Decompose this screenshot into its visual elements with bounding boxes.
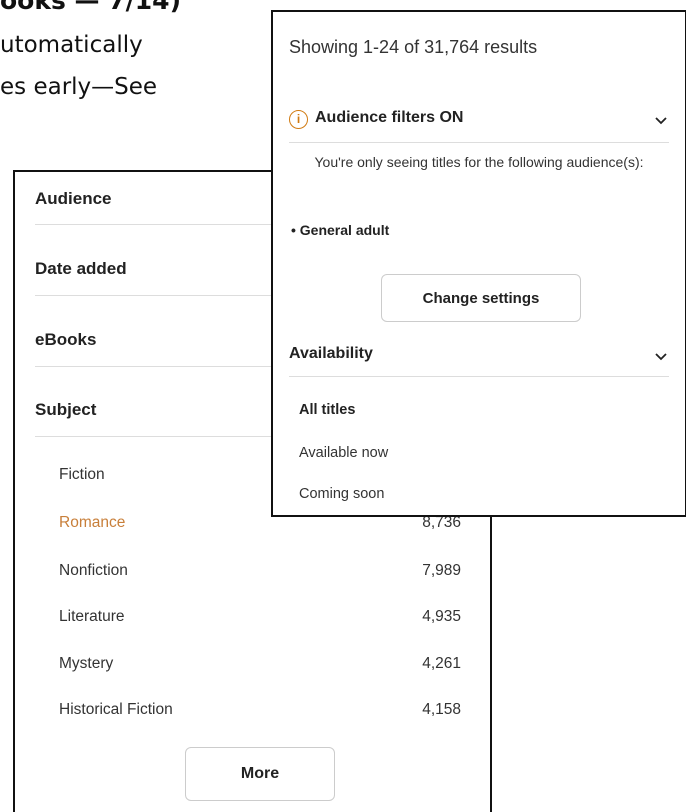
subject-item-nonfiction[interactable]: Nonfiction 7,989: [59, 562, 461, 580]
audience-message: You're only seeing titles for the follow…: [314, 154, 644, 170]
subject-item-literature[interactable]: Literature 4,935: [59, 608, 461, 626]
availability-option-all-titles[interactable]: All titles: [299, 402, 355, 418]
availability-title: Availability: [289, 345, 373, 362]
audience-filters-title: Audience filters ON: [315, 109, 464, 126]
subject-label: Romance: [59, 514, 126, 531]
subject-label: Historical Fiction: [59, 701, 173, 718]
subject-label: Fiction: [59, 466, 105, 483]
subject-item-historical-fiction[interactable]: Historical Fiction 4,158: [59, 701, 461, 719]
results-filter-popup: Showing 1-24 of 31,764 results i Audienc…: [271, 10, 686, 517]
article-heading-fragment: ooks — 7/14): [0, 0, 182, 15]
subject-label: Nonfiction: [59, 562, 128, 579]
subject-label: Mystery: [59, 655, 114, 672]
subject-count: 4,935: [422, 608, 461, 625]
article-text-line: es early—See: [0, 74, 158, 100]
availability-option-coming-soon[interactable]: Coming soon: [299, 486, 384, 502]
availability-option-available-now[interactable]: Available now: [299, 445, 388, 461]
audience-list-item: • General adult: [291, 222, 390, 238]
chevron-down-icon[interactable]: [653, 348, 669, 364]
divider: [289, 376, 669, 377]
subject-item-mystery[interactable]: Mystery 4,261: [59, 655, 461, 673]
subject-count: 4,261: [422, 655, 461, 672]
info-icon: i: [289, 110, 308, 129]
divider: [289, 142, 669, 143]
subject-label: Literature: [59, 608, 125, 625]
results-count: Showing 1-24 of 31,764 results: [289, 37, 538, 57]
chevron-down-icon[interactable]: [653, 112, 669, 128]
subject-count: 4,158: [422, 701, 461, 718]
subject-count: 7,989: [422, 562, 461, 579]
audience-filters-toggle[interactable]: i Audience filters ON: [289, 108, 669, 134]
more-subjects-button[interactable]: More: [185, 747, 335, 801]
audience-item-label: General adult: [299, 222, 390, 238]
availability-toggle[interactable]: Availability: [289, 345, 669, 369]
article-text-line: utomatically: [0, 32, 143, 58]
change-settings-button[interactable]: Change settings: [381, 274, 581, 322]
